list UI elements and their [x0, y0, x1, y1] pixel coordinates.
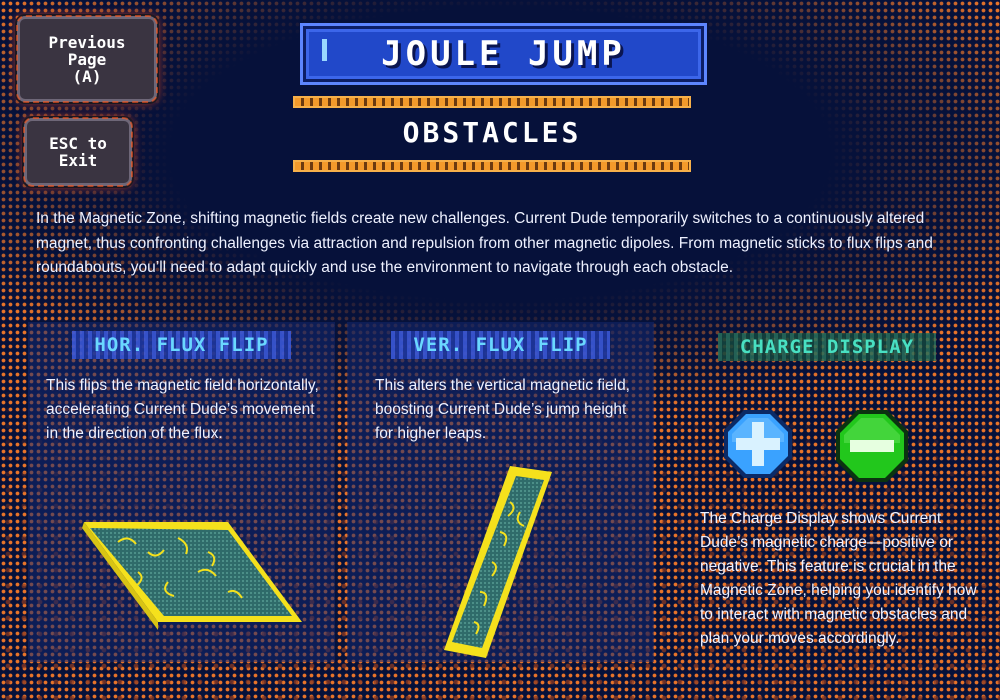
charge-display-description: The Charge Display shows Current Dude’s …: [700, 510, 977, 647]
bottom-divider: [293, 160, 691, 172]
page-title: OBSTACLES: [402, 116, 582, 149]
game-title: JOULE JUMP: [381, 34, 626, 74]
ver-flux-flip-title: VER. FLUX FLIP: [391, 331, 610, 359]
previous-page-button[interactable]: Previous Page (A): [16, 15, 158, 103]
charge-display-header: CHARGE DISPLAY: [688, 333, 966, 361]
plus-charge-icon: [724, 410, 792, 478]
minus-charge-icon: [836, 410, 908, 482]
banner-pip: [322, 39, 327, 61]
intro-text: In the Magnetic Zone, shifting magnetic …: [36, 210, 933, 276]
hor-flux-flip-description: This flips the magnetic field horizontal…: [46, 377, 319, 442]
exit-button[interactable]: ESC to Exit: [23, 117, 133, 187]
horizontal-flux-flip-icon: [82, 522, 302, 630]
title-banner: JOULE JUMP: [303, 26, 704, 82]
top-divider: [293, 96, 691, 108]
charge-display-title: CHARGE DISPLAY: [717, 333, 937, 361]
ver-flux-flip-description: This alters the vertical magnetic field,…: [375, 377, 630, 442]
hor-flux-flip-title: HOR. FLUX FLIP: [72, 331, 291, 359]
vertical-flux-flip-icon: [444, 466, 552, 658]
